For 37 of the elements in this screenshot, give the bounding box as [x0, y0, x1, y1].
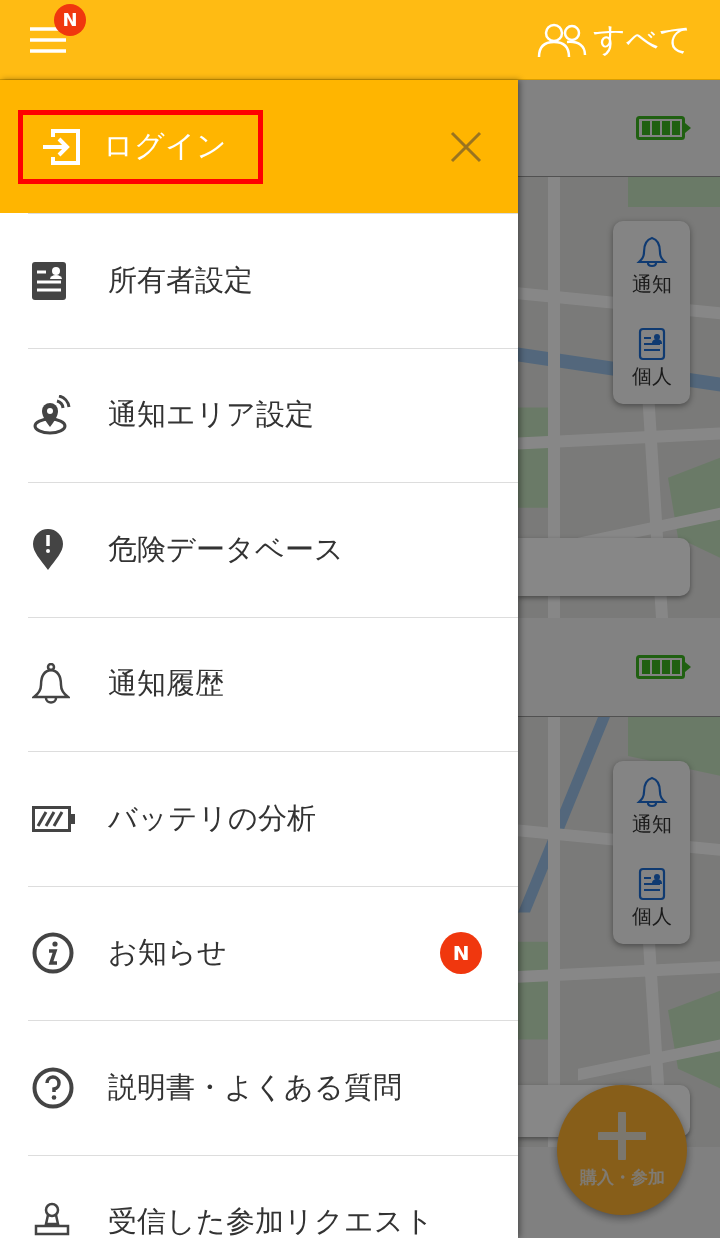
menu-item-label: 危険データベース	[108, 530, 345, 568]
menu-item[interactable]: お知らせ N	[28, 885, 518, 1020]
info-icon	[32, 932, 74, 975]
alert-pin-icon	[32, 528, 64, 571]
close-button[interactable]	[450, 130, 482, 163]
bell-icon	[32, 663, 70, 706]
menu-item-label: 受信した参加リクエスト	[108, 1203, 435, 1238]
profile-button[interactable]: 個人	[631, 326, 672, 390]
menu-item-label: 通知履歴	[108, 665, 225, 703]
close-icon	[450, 130, 482, 163]
bell-icon	[635, 235, 668, 270]
notify-button[interactable]: 通知	[631, 235, 672, 299]
people-icon	[537, 21, 587, 58]
id-card-icon	[32, 261, 66, 300]
location-signal-icon	[32, 395, 72, 436]
plus-icon	[598, 1111, 646, 1160]
bell-icon	[635, 775, 668, 810]
menu-item-label: 説明書・よくある質問	[108, 1068, 403, 1106]
battery-icon	[636, 116, 692, 140]
menu-item[interactable]: 受信した参加リクエスト	[28, 1154, 518, 1238]
battery-icon	[636, 655, 692, 679]
menu-item-label: バッテリの分析	[108, 799, 317, 837]
profile-card-icon	[637, 326, 666, 361]
notification-badge: N	[440, 932, 482, 975]
help-icon	[32, 1066, 74, 1109]
menu-item[interactable]: 危険データベース	[28, 482, 518, 617]
login-icon	[41, 127, 81, 166]
profile-button[interactable]: 個人	[631, 866, 672, 930]
notification-badge: N	[54, 3, 86, 36]
menu-item-label: 所有者設定	[108, 261, 254, 299]
notify-button[interactable]: 通知	[631, 775, 672, 839]
stamp-icon	[32, 1202, 72, 1238]
menu-item-label: お知らせ	[108, 934, 228, 972]
menu-item-label: 通知エリア設定	[108, 396, 315, 434]
menu-item[interactable]: 所有者設定	[28, 213, 518, 348]
battery-icon	[32, 805, 76, 832]
profile-card-icon	[637, 866, 666, 901]
